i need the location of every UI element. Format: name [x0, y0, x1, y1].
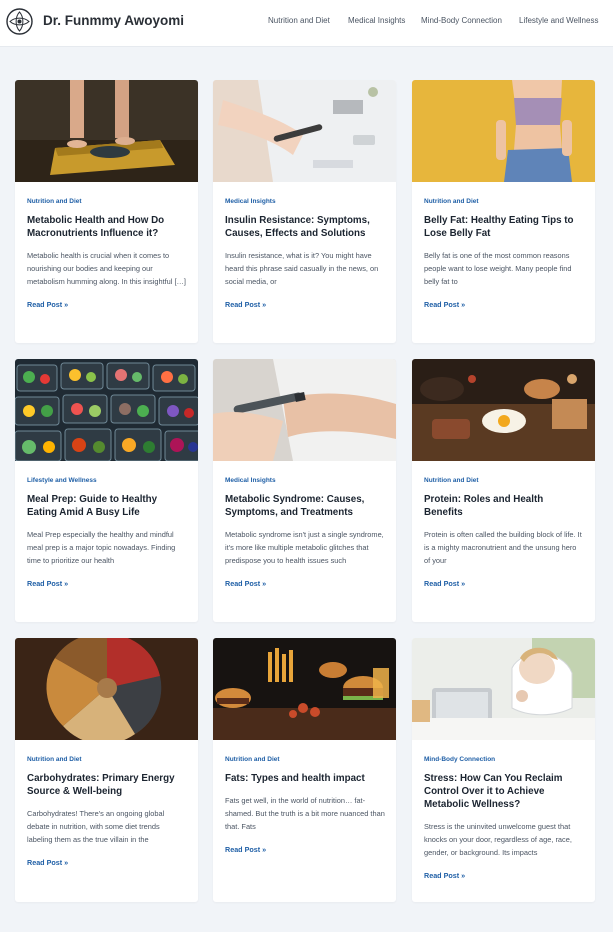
post-category-link[interactable]: Nutrition and Diet [27, 198, 187, 205]
post-excerpt: Protein is often called the building blo… [424, 530, 582, 565]
read-post-link[interactable]: Read Post » [27, 300, 187, 309]
read-post-link[interactable]: Read Post » [225, 300, 385, 309]
post-thumbnail[interactable] [15, 359, 198, 461]
site-header: Dr. Funmmy Awoyomi Nutrition and Diet Me… [0, 0, 613, 47]
post-card: Mind-Body Connection Stress: How Can You… [412, 638, 595, 902]
post-card: Nutrition and Diet Fats: Types and healt… [213, 638, 396, 902]
post-category-link[interactable]: Nutrition and Diet [424, 477, 584, 484]
post-category-link[interactable]: Mind-Body Connection [424, 756, 584, 763]
post-title[interactable]: Protein: Roles and Health Benefits [424, 493, 584, 519]
post-title[interactable]: Belly Fat: Healthy Eating Tips to Lose B… [424, 214, 584, 240]
post-excerpt: Metabolic syndrome isn't just a single s… [225, 530, 384, 565]
nav-lifestyle-and-wellness[interactable]: Lifestyle and Wellness [519, 16, 598, 25]
post-card: Nutrition and Diet Metabolic Health and … [15, 80, 198, 343]
post-excerpt: Insulin resistance, what is it? You migh… [225, 251, 379, 286]
post-title[interactable]: Stress: How Can You Reclaim Control Over… [424, 772, 584, 811]
post-thumbnail[interactable] [412, 80, 595, 182]
post-excerpt: Fats get well, in the world of nutrition… [225, 796, 385, 831]
post-category-link[interactable]: Lifestyle and Wellness [27, 477, 187, 484]
read-post-link[interactable]: Read Post » [225, 579, 385, 588]
nav-medical-insights[interactable]: Medical Insights [348, 16, 405, 25]
post-thumbnail[interactable] [213, 80, 396, 182]
post-excerpt: Stress is the uninvited unwelcome guest … [424, 822, 572, 857]
post-title[interactable]: Carbohydrates: Primary Energy Source & W… [27, 772, 187, 798]
read-post-link[interactable]: Read Post » [27, 579, 187, 588]
read-post-link[interactable]: Read Post » [424, 300, 584, 309]
post-thumbnail[interactable] [412, 359, 595, 461]
post-card: Nutrition and Diet Protein: Roles and He… [412, 359, 595, 622]
post-excerpt: Carbohydrates! There's an ongoing global… [27, 809, 165, 844]
post-thumbnail[interactable] [15, 80, 198, 182]
read-post-link[interactable]: Read Post » [225, 845, 385, 854]
post-category-link[interactable]: Medical Insights [225, 198, 385, 205]
post-thumbnail[interactable] [15, 638, 198, 740]
post-category-link[interactable]: Nutrition and Diet [225, 756, 385, 763]
post-card: Medical Insights Metabolic Syndrome: Cau… [213, 359, 396, 622]
post-title[interactable]: Fats: Types and health impact [225, 772, 385, 785]
post-category-link[interactable]: Medical Insights [225, 477, 385, 484]
post-card: Nutrition and Diet Belly Fat: Healthy Ea… [412, 80, 595, 343]
nav-nutrition-and-diet[interactable]: Nutrition and Diet [268, 16, 330, 25]
post-thumbnail[interactable] [213, 359, 396, 461]
read-post-link[interactable]: Read Post » [424, 579, 584, 588]
post-title[interactable]: Insulin Resistance: Symptoms, Causes, Ef… [225, 214, 385, 240]
post-excerpt: Meal Prep especially the healthy and min… [27, 530, 176, 565]
post-excerpt: Metabolic health is crucial when it come… [27, 251, 186, 286]
post-excerpt: Belly fat is one of the most common reas… [424, 251, 572, 286]
post-card: Medical Insights Insulin Resistance: Sym… [213, 80, 396, 343]
post-title[interactable]: Metabolic Health and How Do Macronutrien… [27, 214, 187, 240]
post-title[interactable]: Meal Prep: Guide to Healthy Eating Amid … [27, 493, 187, 519]
read-post-link[interactable]: Read Post » [424, 871, 584, 880]
main-nav: Nutrition and Diet Medical Insights Mind… [0, 16, 613, 30]
post-title[interactable]: Metabolic Syndrome: Causes, Symptoms, an… [225, 493, 385, 519]
post-thumbnail[interactable] [213, 638, 396, 740]
post-category-link[interactable]: Nutrition and Diet [27, 756, 187, 763]
post-thumbnail[interactable] [412, 638, 595, 740]
post-card: Nutrition and Diet Carbohydrates: Primar… [15, 638, 198, 902]
read-post-link[interactable]: Read Post » [27, 858, 187, 867]
nav-mind-body-connection[interactable]: Mind-Body Connection [421, 16, 502, 25]
post-card: Lifestyle and Wellness Meal Prep: Guide … [15, 359, 198, 622]
post-category-link[interactable]: Nutrition and Diet [424, 198, 584, 205]
